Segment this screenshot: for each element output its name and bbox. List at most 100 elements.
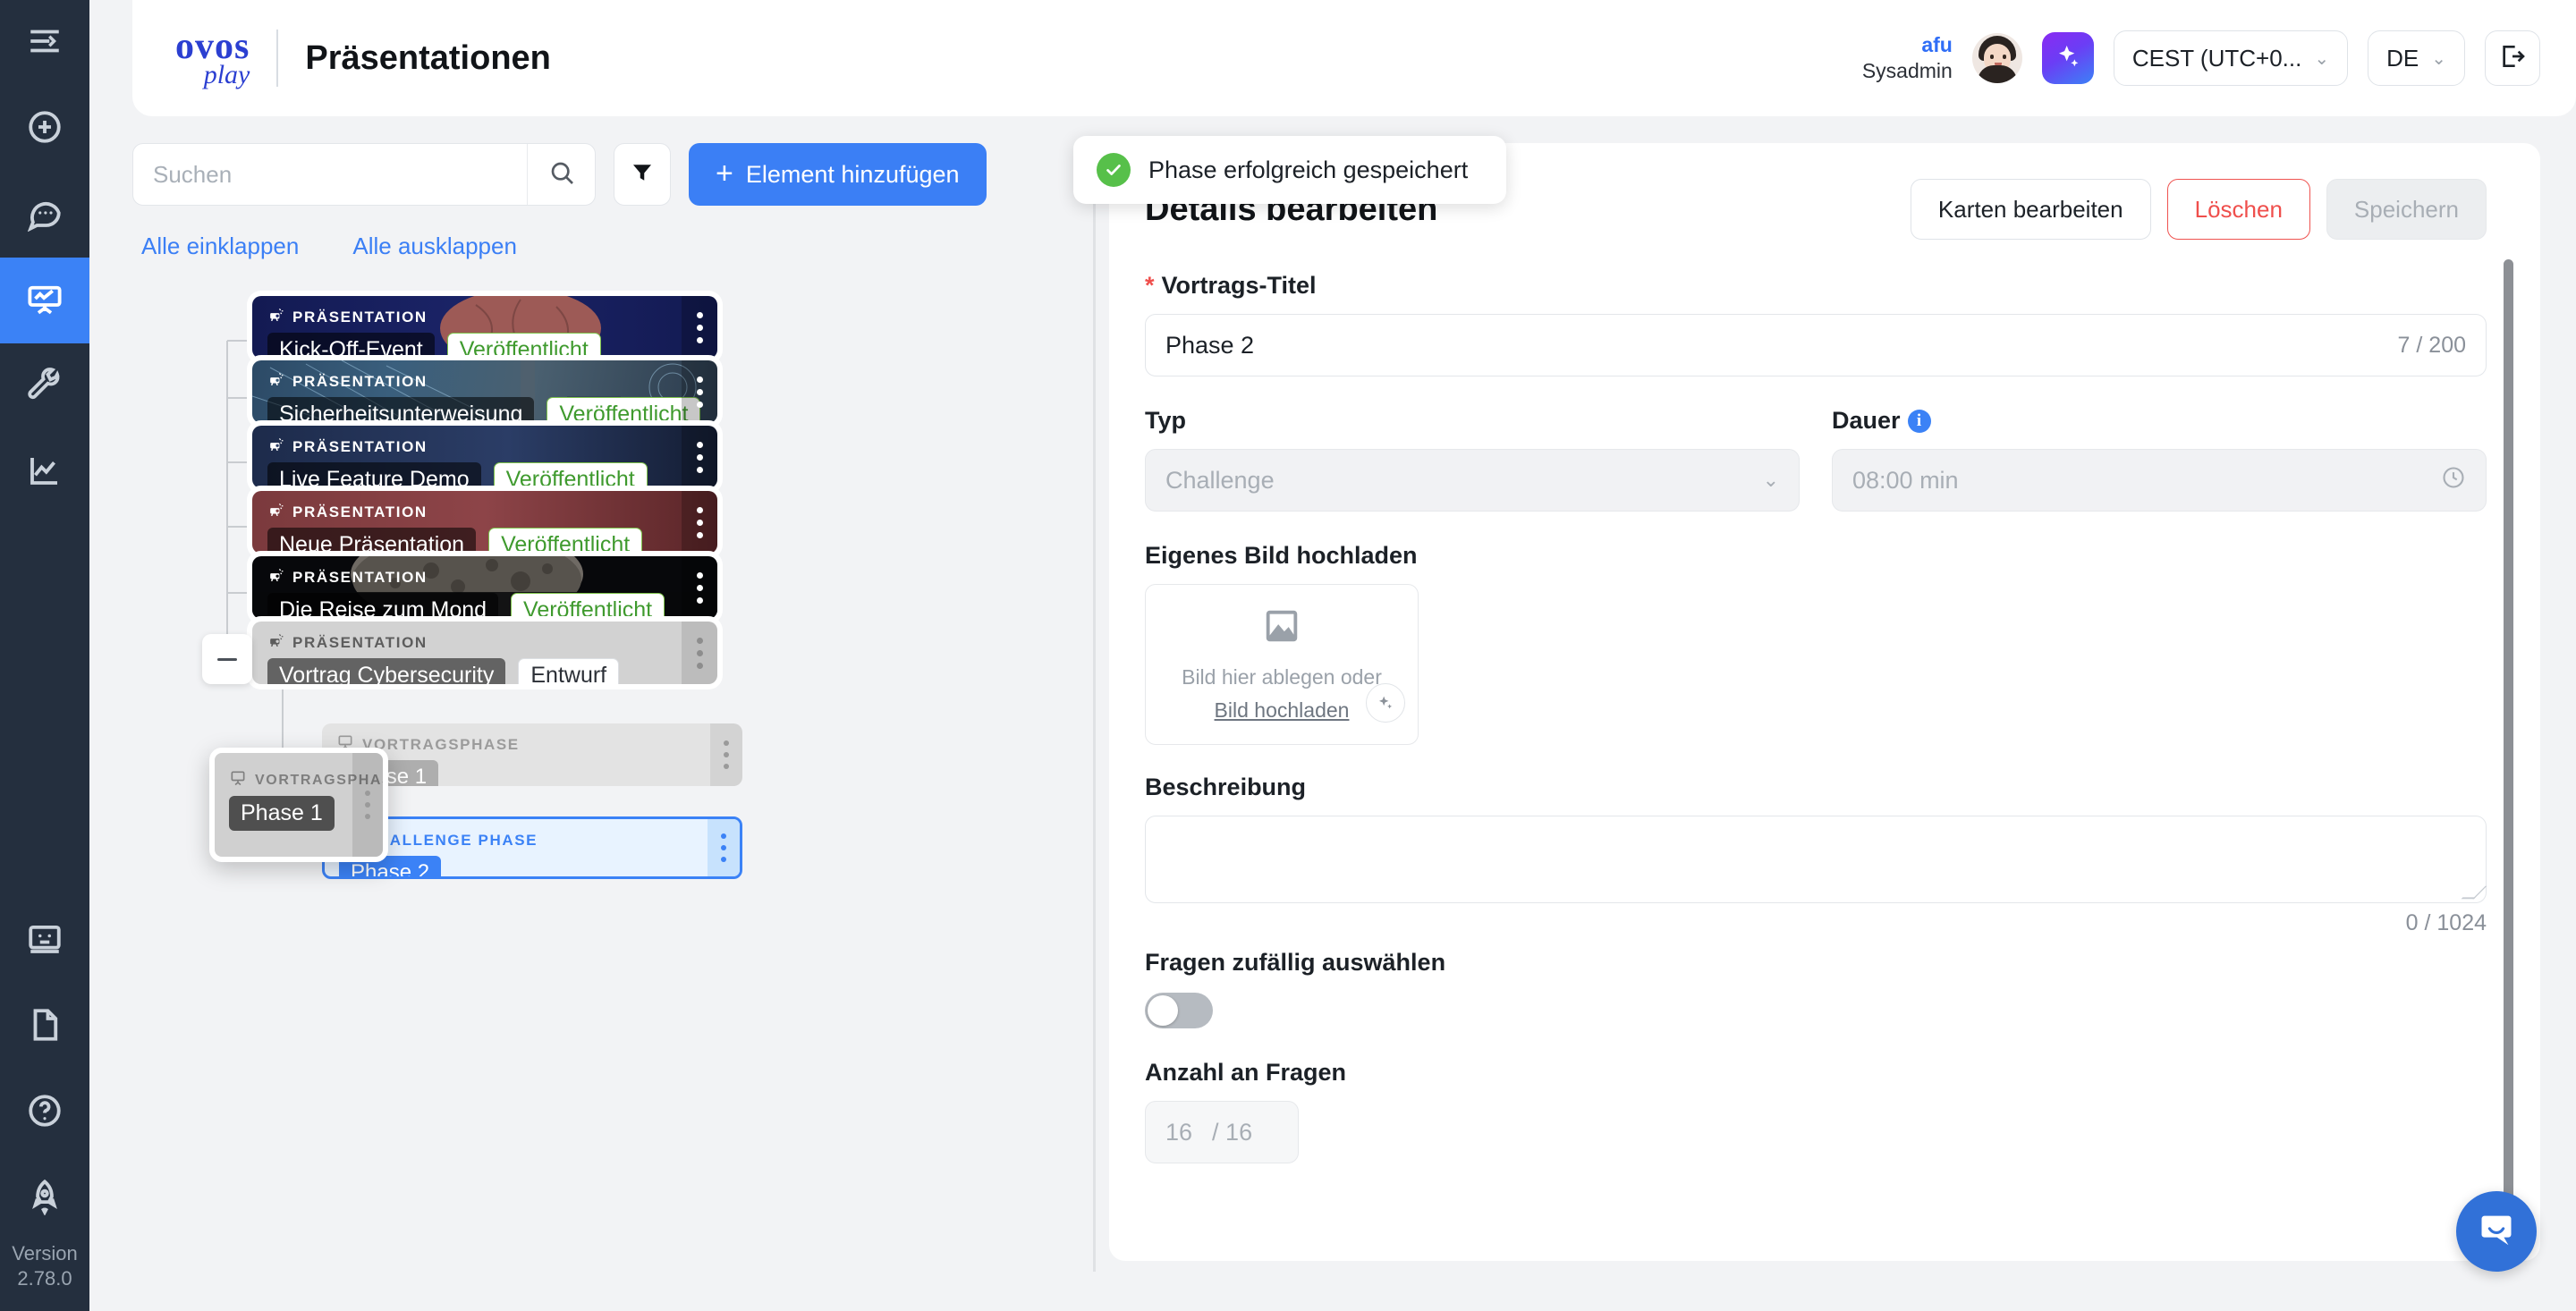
toggle-knob [1148, 995, 1178, 1026]
phase-card-drag-ghost[interactable]: VORTRAGSPHASE Phase 1 [209, 748, 388, 862]
type-field-group: Typ Challenge ⌄ [1145, 407, 1800, 512]
type-select[interactable]: Challenge ⌄ [1145, 449, 1800, 512]
duration-input[interactable]: 08:00 min [1832, 449, 2487, 512]
resize-grip-icon[interactable] [2461, 885, 2487, 900]
intercom-launcher-button[interactable] [2456, 1191, 2537, 1272]
card-content: PRÄSENTATION Die Reise zum Mond Veröffen… [252, 556, 717, 619]
image-placeholder-icon [1261, 605, 1302, 651]
language-selector[interactable]: DE ⌄ [2368, 30, 2465, 86]
sidebar-item-add[interactable] [0, 86, 89, 172]
tree-node-presentation: PRÄSENTATION Live Feature Demo Veröffent… [252, 426, 717, 488]
title-label: * Vortrags-Titel [1145, 272, 2487, 300]
card-content: PRÄSENTATION Live Feature Demo Veröffent… [252, 426, 717, 488]
duration-label: Dauer i [1832, 407, 2487, 435]
question-count-value: 16 [1165, 1118, 1193, 1146]
card-chips: Vortrag Cybersecurity Entwurf [267, 658, 717, 684]
presentation-card[interactable]: PRÄSENTATION Live Feature Demo Veröffent… [252, 426, 717, 488]
avatar[interactable] [1971, 33, 2022, 83]
details-form-panel: Details bearbeiten Karten bearbeiten Lös… [1109, 143, 2540, 1261]
image-dropzone[interactable]: Bild hier ablegen oder Bild hochladen [1145, 584, 1419, 745]
tree-node-presentation: PRÄSENTATION Neue Präsentation Veröffent… [252, 491, 717, 554]
card-kicker-label: PRÄSENTATION [292, 438, 428, 455]
chevron-down-icon: ⌄ [1762, 469, 1779, 491]
timezone-selector[interactable]: CEST (UTC+0... ⌄ [2113, 30, 2349, 86]
sidebar-item-menu-collapse[interactable] [0, 0, 89, 86]
description-counter: 0 / 1024 [2405, 910, 2487, 935]
phase-menu-button[interactable] [352, 753, 383, 857]
search-button[interactable] [527, 144, 595, 205]
phase-menu-button[interactable] [710, 723, 742, 786]
presentation-card[interactable]: PRÄSENTATION Die Reise zum Mond Veröffen… [252, 556, 717, 619]
panel-divider [1093, 163, 1096, 1272]
expand-all-link[interactable]: Alle ausklappen [352, 233, 517, 260]
question-count-input[interactable]: 16 / 16 [1145, 1101, 1299, 1163]
sidebar-item-whats-new[interactable] [0, 1155, 89, 1241]
question-count-max: / 16 [1212, 1118, 1253, 1146]
status-badge: Veröffentlicht [488, 528, 643, 554]
delete-button[interactable]: Löschen [2166, 179, 2310, 240]
logout-button[interactable] [2485, 30, 2540, 86]
sidebar-item-analytics[interactable] [0, 429, 89, 515]
presentation-card[interactable]: PRÄSENTATION Sicherheitsunterweisung Ver… [252, 360, 717, 423]
card-menu-button[interactable] [682, 426, 717, 488]
filter-button[interactable] [614, 143, 671, 206]
edit-cards-button[interactable]: Karten bearbeiten [1910, 179, 2151, 240]
minus-icon [217, 657, 237, 661]
add-element-button[interactable]: + Element hinzufügen [689, 143, 987, 206]
card-kicker: PRÄSENTATION [267, 307, 717, 328]
card-menu-button[interactable] [682, 296, 717, 359]
description-textarea[interactable] [1145, 816, 2487, 903]
collapse-all-link[interactable]: Alle einklappen [141, 233, 299, 260]
avatar-body [1977, 65, 2017, 83]
app-version-label: Version 2.78.0 [12, 1242, 78, 1290]
phase-kicker-label: VORTRAGSPHASE [362, 735, 520, 753]
card-content: PRÄSENTATION Kick-Off-Event Veröffentlic… [252, 296, 717, 359]
presentation-card[interactable]: PRÄSENTATION Vortrag Cybersecurity Entwu… [252, 622, 717, 684]
title-input[interactable] [1165, 331, 2389, 359]
card-menu-button[interactable] [682, 491, 717, 554]
presentation-card[interactable]: PRÄSENTATION Neue Präsentation Veröffent… [252, 491, 717, 554]
ai-assistant-button[interactable] [2041, 32, 2094, 84]
sidebar-item-id-card[interactable] [0, 898, 89, 984]
random-questions-toggle[interactable] [1145, 993, 1213, 1028]
card-menu-button[interactable] [682, 360, 717, 423]
question-count-group: Anzahl an Fragen 16 / 16 [1145, 1059, 2487, 1163]
presentation-icon [26, 280, 64, 322]
info-icon[interactable]: i [1907, 409, 1931, 433]
presentation-card[interactable]: PRÄSENTATION Kick-Off-Event Veröffentlic… [252, 296, 717, 359]
presentation-icon [267, 307, 284, 328]
user-info[interactable]: afu Sysadmin [1862, 32, 1953, 84]
sidebar-item-tools[interactable] [0, 343, 89, 429]
save-button[interactable]: Speichern [2326, 179, 2487, 240]
status-badge: Veröffentlicht [511, 593, 665, 619]
chevron-down-icon: ⌄ [2314, 48, 2330, 69]
required-marker: * [1145, 272, 1155, 299]
sidebar-item-help[interactable] [0, 1070, 89, 1155]
phase-chips: Phase 2 [339, 856, 740, 876]
sidebar-item-presentations[interactable] [0, 258, 89, 343]
presentation-icon [267, 436, 284, 458]
sidebar-item-documents[interactable] [0, 984, 89, 1070]
form-scrollbar[interactable] [2504, 259, 2513, 1234]
card-chips: Live Feature Demo Veröffentlicht [267, 462, 717, 488]
form-actions: Karten bearbeiten Löschen Speichern [1910, 179, 2487, 240]
search-input[interactable] [133, 144, 527, 205]
sidebar-item-chat[interactable] [0, 172, 89, 258]
logout-icon [2498, 42, 2527, 75]
tree-toolbar: + Element hinzufügen [132, 143, 1089, 206]
card-kicker: PRÄSENTATION [267, 436, 717, 458]
card-menu-button[interactable] [682, 556, 717, 619]
card-menu-button[interactable] [682, 622, 717, 684]
status-badge: Veröffentlicht [493, 462, 648, 488]
title-input-wrapper: 7 / 200 [1145, 314, 2487, 376]
presentation-screen-icon [229, 769, 247, 791]
search-field-wrapper [132, 143, 596, 206]
collapse-node-button[interactable] [202, 634, 252, 684]
search-icon [547, 158, 576, 191]
timezone-value: CEST (UTC+0... [2131, 44, 2302, 72]
ai-generate-image-button[interactable] [1366, 683, 1405, 723]
upload-image-link[interactable]: Bild hochladen [1215, 698, 1350, 723]
card-kicker-label: PRÄSENTATION [292, 569, 428, 586]
phase-menu-button[interactable] [708, 819, 740, 876]
card-content: PRÄSENTATION Sicherheitsunterweisung Ver… [252, 360, 717, 423]
